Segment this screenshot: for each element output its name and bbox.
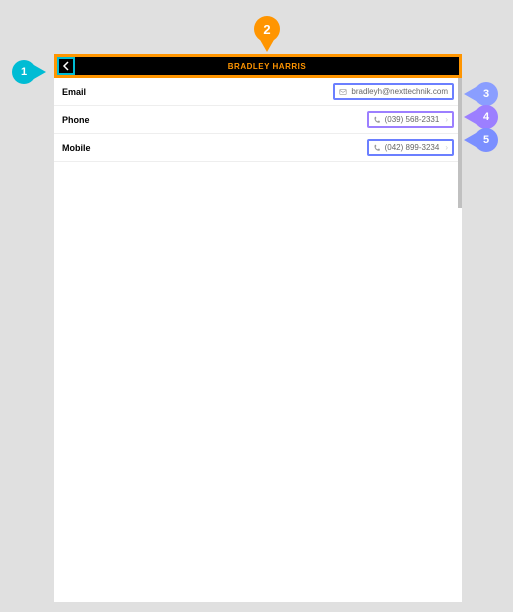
phone-icon (373, 144, 381, 152)
row-phone: Phone (039) 568-2331 › (54, 106, 462, 134)
pin-label: 3 (474, 82, 498, 106)
annotation-pin-2: 2 (254, 16, 280, 52)
page-title: BRADLEY HARRIS (75, 62, 459, 71)
envelope-icon (339, 88, 347, 96)
phone-value[interactable]: (039) 568-2331 › (367, 111, 454, 128)
email-label: Email (62, 87, 86, 97)
annotation-pin-3: 3 (464, 82, 498, 106)
annotation-pin-1: 1 (12, 60, 46, 84)
row-mobile: Mobile (042) 899-3234 › (54, 134, 462, 162)
mobile-value[interactable]: (042) 899-3234 › (367, 139, 454, 156)
pin-label: 5 (474, 128, 498, 152)
row-email: Email bradleyh@nexttechnik.com (54, 78, 462, 106)
email-value[interactable]: bradleyh@nexttechnik.com (333, 83, 454, 100)
phone-text: (039) 568-2331 (385, 115, 440, 124)
chevron-left-icon (61, 61, 71, 71)
header-bar: BRADLEY HARRIS (54, 54, 462, 78)
annotation-pin-4: 4 (464, 105, 498, 129)
pin-label: 4 (474, 105, 498, 129)
mobile-label: Mobile (62, 143, 91, 153)
phone-icon (373, 116, 381, 124)
back-button[interactable] (57, 57, 75, 75)
detail-panel: BRADLEY HARRIS Email bradleyh@nexttechni… (54, 54, 462, 602)
chevron-right-icon: › (445, 115, 448, 124)
scrollbar[interactable] (458, 78, 462, 208)
email-text: bradleyh@nexttechnik.com (351, 87, 448, 96)
mobile-text: (042) 899-3234 (385, 143, 440, 152)
chevron-right-icon: › (445, 143, 448, 152)
annotation-pin-5: 5 (464, 128, 498, 152)
phone-label: Phone (62, 115, 90, 125)
